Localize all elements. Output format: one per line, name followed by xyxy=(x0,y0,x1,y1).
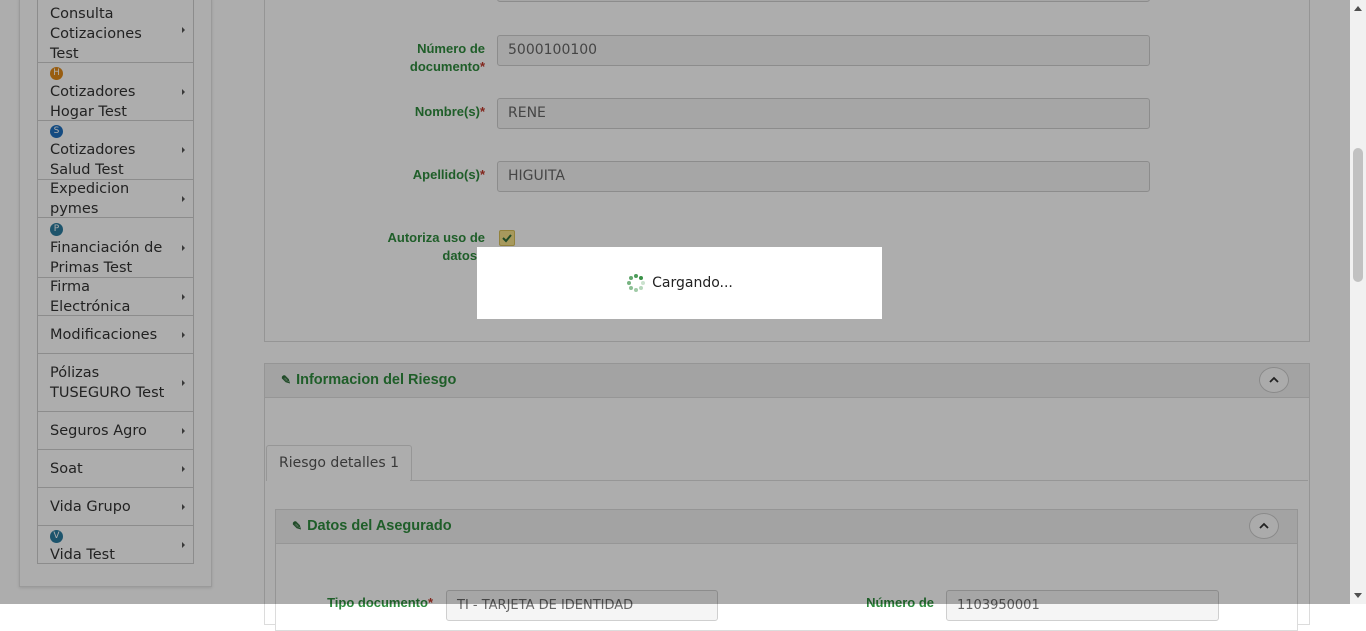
scroll-up-arrow-icon[interactable] xyxy=(1354,6,1362,11)
page-scrollbar[interactable] xyxy=(1350,0,1366,604)
spinner-dot xyxy=(629,276,634,281)
spinner-icon xyxy=(626,273,646,293)
spinner-dot xyxy=(629,285,634,290)
scrollbar-thumb[interactable] xyxy=(1353,148,1363,282)
spinner-dot xyxy=(639,276,644,281)
loading-text: Cargando... xyxy=(652,275,733,291)
spinner-dot xyxy=(634,274,639,278)
loading-dialog: Cargando... xyxy=(477,247,882,319)
scroll-down-arrow-icon[interactable] xyxy=(1354,593,1362,598)
spinner-dot xyxy=(634,288,639,292)
spinner-dot xyxy=(639,285,644,290)
spinner-dot xyxy=(627,281,632,285)
spinner-dot xyxy=(641,281,646,285)
